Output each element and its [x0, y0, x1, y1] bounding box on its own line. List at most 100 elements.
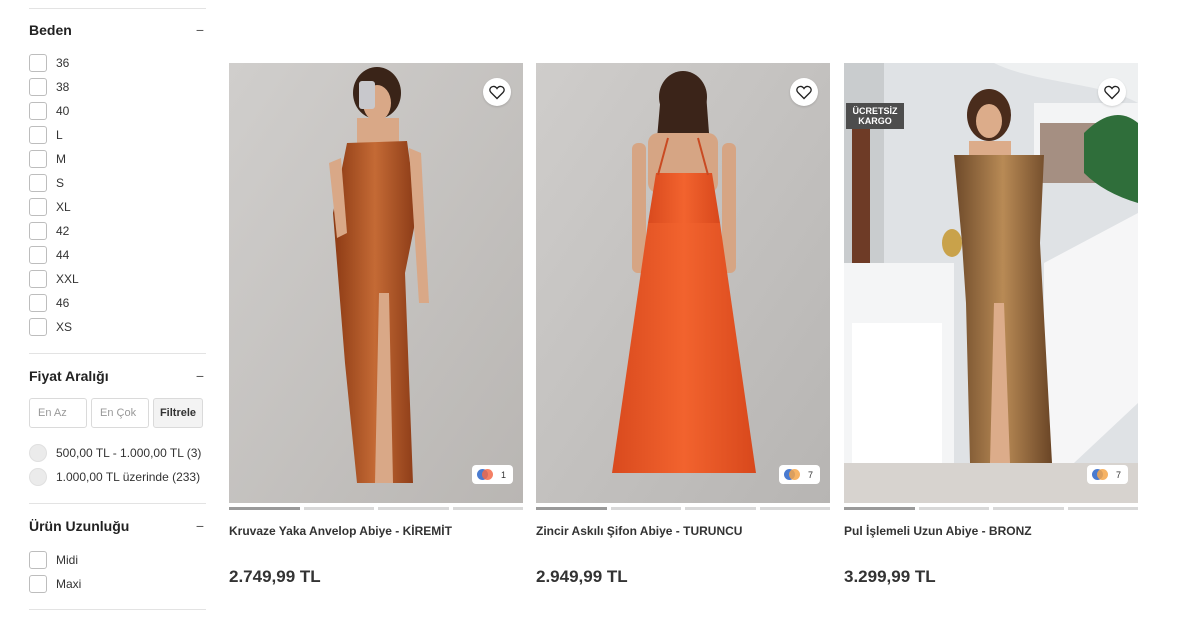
checkbox[interactable] — [29, 198, 47, 216]
slide-dot[interactable] — [610, 507, 681, 510]
checkbox[interactable] — [29, 102, 47, 120]
collapse-icon[interactable]: − — [194, 518, 206, 534]
slide-dot[interactable] — [1067, 507, 1138, 510]
option-label: 40 — [56, 104, 70, 118]
length-filter-title: Ürün Uzunluğu — [29, 518, 130, 534]
color-variants-badge[interactable]: 7 — [779, 465, 820, 484]
product-image[interactable]: ÜCRETSİZ KARGO 7 — [844, 63, 1138, 503]
checkbox[interactable] — [29, 551, 47, 569]
divider — [29, 609, 206, 610]
product-price: 2.949,99 TL — [536, 567, 628, 586]
size-option-46[interactable]: 46 — [29, 291, 206, 315]
product-name[interactable]: Pul İşlemeli Uzun Abiye - BRONZ — [844, 524, 1138, 540]
checkbox[interactable] — [29, 294, 47, 312]
color-palette-icon — [784, 469, 800, 480]
image-slider-indicator — [536, 507, 830, 510]
collapse-icon[interactable]: − — [194, 368, 206, 384]
radio-button[interactable] — [29, 444, 47, 462]
filter-button[interactable]: Filtrele — [153, 398, 203, 428]
slide-dot[interactable] — [229, 507, 300, 510]
max-price-input[interactable] — [91, 398, 149, 428]
length-option-midi[interactable]: Midi — [29, 548, 206, 572]
price-range-option[interactable]: 500,00 TL - 1.000,00 TL (3) — [29, 441, 206, 465]
length-options: Midi Maxi — [29, 548, 206, 596]
product-photo — [844, 63, 1138, 503]
product-card[interactable]: 1 Kruvaze Yaka Anvelop Abiye - KİREMİT 2… — [229, 63, 523, 587]
checkbox[interactable] — [29, 126, 47, 144]
checkbox[interactable] — [29, 54, 47, 72]
size-option-40[interactable]: 40 — [29, 99, 206, 123]
size-option-s[interactable]: S — [29, 171, 206, 195]
product-card[interactable]: 7 Zincir Askılı Şifon Abiye - TURUNCU 2.… — [536, 63, 830, 587]
option-label: XXL — [56, 272, 79, 286]
color-variants-badge[interactable]: 1 — [472, 465, 513, 484]
option-label: Maxi — [56, 577, 82, 591]
slide-dot[interactable] — [918, 507, 989, 510]
option-label: 44 — [56, 248, 70, 262]
length-filter-header[interactable]: Ürün Uzunluğu − — [29, 504, 206, 548]
slide-dot[interactable] — [303, 507, 374, 510]
option-label: 42 — [56, 224, 70, 238]
min-price-input[interactable] — [29, 398, 87, 428]
size-option-xl[interactable]: XL — [29, 195, 206, 219]
product-name[interactable]: Zincir Askılı Şifon Abiye - TURUNCU — [536, 524, 830, 540]
collapse-icon[interactable]: − — [194, 22, 206, 38]
slide-dot[interactable] — [378, 507, 449, 510]
price-range-options: 500,00 TL - 1.000,00 TL (3) 1.000,00 TL … — [29, 441, 206, 489]
option-label: XL — [56, 200, 71, 214]
heart-icon — [489, 85, 505, 99]
slide-dot[interactable] — [993, 507, 1064, 510]
size-option-xs[interactable]: XS — [29, 315, 206, 339]
option-label: 46 — [56, 296, 70, 310]
slide-dot[interactable] — [536, 507, 607, 510]
option-label: S — [56, 176, 65, 190]
checkbox[interactable] — [29, 150, 47, 168]
option-label: 38 — [56, 80, 70, 94]
price-range-option[interactable]: 1.000,00 TL üzerinde (233) — [29, 465, 206, 489]
checkbox[interactable] — [29, 318, 47, 336]
checkbox[interactable] — [29, 222, 47, 240]
checkbox[interactable] — [29, 246, 47, 264]
favorite-button[interactable] — [1098, 78, 1126, 106]
option-label: 36 — [56, 56, 70, 70]
checkbox[interactable] — [29, 575, 47, 593]
image-slider-indicator — [844, 507, 1138, 510]
option-label: XS — [56, 320, 73, 334]
size-option-l[interactable]: L — [29, 123, 206, 147]
slide-dot[interactable] — [452, 507, 523, 510]
product-card[interactable]: ÜCRETSİZ KARGO 7 Pul İşlemeli Uzun Abiye … — [844, 63, 1138, 587]
size-option-xxl[interactable]: XXL — [29, 267, 206, 291]
slide-dot[interactable] — [685, 507, 756, 510]
product-image[interactable]: 7 — [536, 63, 830, 503]
product-name[interactable]: Kruvaze Yaka Anvelop Abiye - KİREMİT — [229, 524, 523, 540]
color-variants-badge[interactable]: 7 — [1087, 465, 1128, 484]
favorite-button[interactable] — [790, 78, 818, 106]
size-filter-header[interactable]: Beden − — [29, 9, 206, 51]
favorite-button[interactable] — [483, 78, 511, 106]
checkbox[interactable] — [29, 174, 47, 192]
option-label: 1.000,00 TL üzerinde (233) — [56, 470, 201, 484]
size-option-42[interactable]: 42 — [29, 219, 206, 243]
product-image[interactable]: 1 — [229, 63, 523, 503]
size-option-44[interactable]: 44 — [29, 243, 206, 267]
product-photo — [536, 63, 830, 503]
length-option-maxi[interactable]: Maxi — [29, 572, 206, 596]
slide-dot[interactable] — [844, 507, 915, 510]
slide-dot[interactable] — [759, 507, 830, 510]
size-options: 36 38 40 L M S XL 42 44 XXL 46 XS — [29, 51, 206, 339]
price-range-inputs: Filtrele — [29, 398, 206, 428]
checkbox[interactable] — [29, 78, 47, 96]
price-filter-header[interactable]: Fiyat Aralığı − — [29, 354, 206, 398]
color-count: 7 — [807, 469, 813, 480]
checkbox[interactable] — [29, 270, 47, 288]
size-option-36[interactable]: 36 — [29, 51, 206, 75]
free-shipping-badge: ÜCRETSİZ KARGO — [846, 103, 904, 129]
size-option-m[interactable]: M — [29, 147, 206, 171]
heart-icon — [796, 85, 812, 99]
radio-button[interactable] — [29, 468, 47, 486]
heart-icon — [1104, 85, 1120, 99]
filter-sidebar: Beden − 36 38 40 L M S XL 42 44 XXL 46 X… — [29, 0, 206, 610]
price-filter-title: Fiyat Aralığı — [29, 368, 109, 384]
color-count: 7 — [1115, 469, 1121, 480]
size-option-38[interactable]: 38 — [29, 75, 206, 99]
